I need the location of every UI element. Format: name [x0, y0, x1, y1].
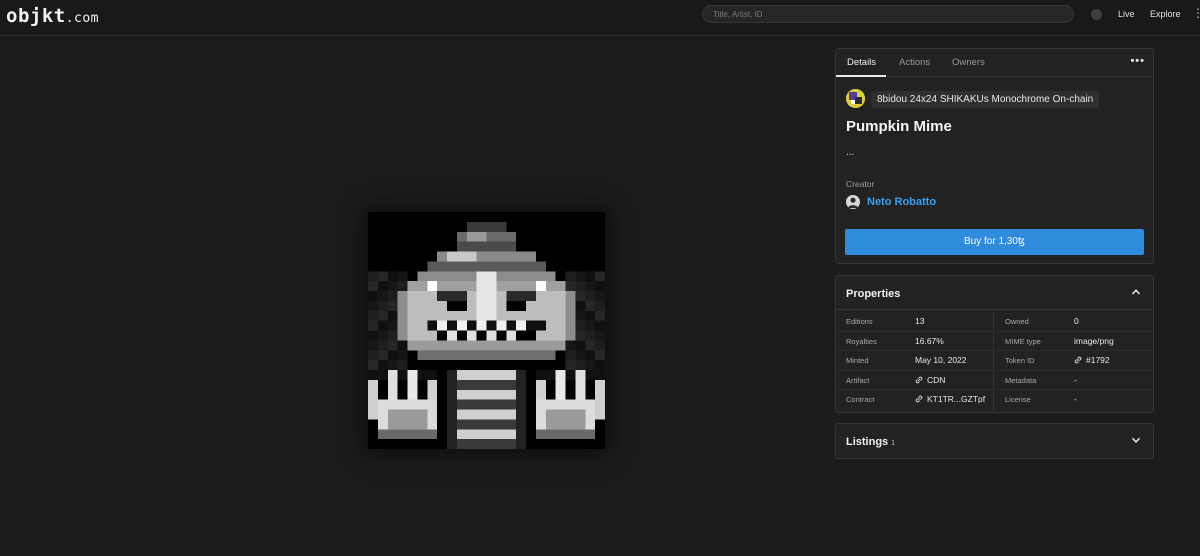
contract-value: KT1TR...GZTpf [927, 394, 986, 404]
nav-explore[interactable]: Explore [1150, 9, 1181, 19]
link-icon [1074, 356, 1082, 364]
menu-icon[interactable]: ⋮ [1192, 6, 1200, 20]
token-id-link[interactable]: #1792 [1074, 355, 1110, 365]
creator-label: Creator [846, 179, 875, 189]
nav-live[interactable]: Live [1118, 9, 1135, 19]
token-description: ... [846, 147, 855, 158]
logo-main: objkt [6, 5, 66, 27]
property-key: MIME type [1005, 336, 1041, 346]
listings-count: 1 [891, 440, 896, 447]
artifact-value: CDN [927, 374, 946, 385]
listings-panel[interactable]: Listings 1 [835, 423, 1154, 459]
property-key: Artifact [846, 375, 870, 385]
property-key: Metadata [1005, 375, 1037, 385]
property-value: May 10, 2022 [915, 355, 967, 365]
table-row: Royalties 16.67% MIME type image/png [836, 332, 1153, 351]
contract-link[interactable]: KT1TR...GZTpf [915, 394, 985, 404]
property-value: - [1074, 374, 1077, 385]
theme-toggle-icon[interactable] [1091, 9, 1102, 20]
property-key: License [1005, 395, 1031, 404]
top-bar: objkt.com Live Explore ⋮ [0, 0, 1200, 36]
tab-bar: Details Actions Owners ••• [836, 49, 1153, 77]
active-tab-indicator [836, 75, 886, 77]
property-value: 16.67% [915, 335, 944, 346]
collection-name[interactable]: 8bidou 24x24 SHIKAKUs Monochrome On-chai… [871, 91, 1100, 108]
tab-owners[interactable]: Owners [952, 57, 985, 68]
tab-details[interactable]: Details [847, 57, 876, 68]
buy-button[interactable]: Buy for 1,30ꜩ [845, 229, 1144, 255]
user-avatar-icon[interactable] [846, 195, 860, 209]
property-key: Minted [846, 356, 869, 365]
logo[interactable]: objkt.com [6, 5, 99, 27]
creator-link[interactable]: Neto Robatto [867, 196, 936, 208]
chevron-up-icon[interactable] [1131, 287, 1141, 297]
listings-title: Listings 1 [846, 436, 895, 448]
link-icon [915, 395, 923, 403]
properties-table: Editions 13 Owned 0 Royalties 16.67% MIM… [836, 312, 1153, 410]
property-value: 13 [915, 316, 925, 326]
properties-title: Properties [846, 288, 901, 300]
property-key: Token ID [1005, 356, 1035, 365]
artwork-image[interactable] [368, 212, 605, 449]
property-value: 0 [1074, 316, 1079, 326]
chevron-down-icon[interactable] [1131, 435, 1141, 445]
property-key: Owned [1005, 317, 1029, 326]
table-row: Minted May 10, 2022 Token ID #1792 [836, 351, 1153, 371]
token-id-value: #1792 [1086, 355, 1110, 365]
properties-panel: Properties Editions 13 Owned 0 Royalties… [835, 275, 1154, 413]
property-key: Editions [846, 317, 873, 326]
collection-icon [846, 89, 865, 108]
pixel-artwork [368, 212, 605, 449]
tab-actions[interactable]: Actions [899, 57, 930, 68]
more-icon[interactable]: ••• [1130, 55, 1145, 67]
link-icon [915, 376, 923, 383]
property-key: Contract [846, 395, 875, 404]
table-row: Contract KT1TR...GZTpf License - [836, 390, 1153, 410]
logo-suffix: .com [65, 11, 100, 26]
table-row: Editions 13 Owned 0 [836, 312, 1153, 332]
properties-header[interactable]: Properties [836, 276, 1153, 310]
property-value: image/png [1074, 335, 1114, 346]
listings-label: Listings [846, 436, 889, 448]
artifact-link[interactable]: CDN [915, 375, 945, 385]
property-value: - [1074, 394, 1077, 404]
search-input[interactable] [702, 5, 1074, 23]
property-key: Royalties [846, 336, 877, 346]
token-title: Pumpkin Mime [846, 118, 952, 135]
table-row: Artifact CDN Metadata - [836, 371, 1153, 390]
details-panel: Details Actions Owners ••• 8bidou 24x24 … [835, 48, 1154, 264]
